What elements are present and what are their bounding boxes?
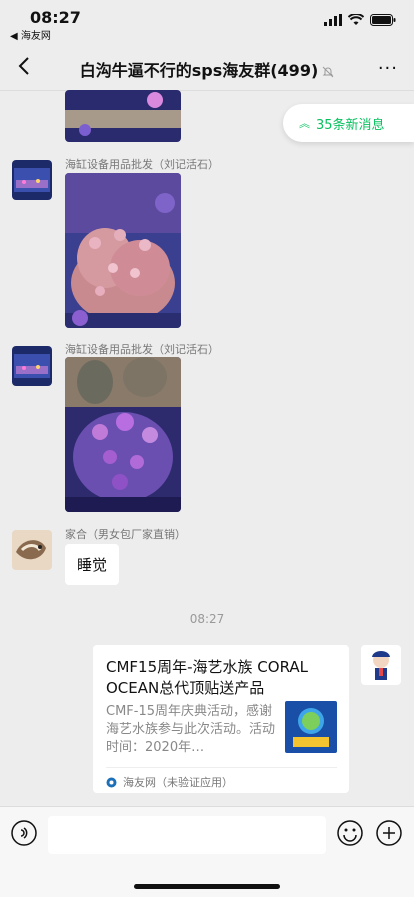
- new-messages-button[interactable]: ︽ 35条新消息: [283, 104, 414, 142]
- chat-header: 白沟牛逼不行的sps海友群(499) ···: [0, 44, 414, 91]
- sender-avatar[interactable]: [12, 346, 52, 386]
- card-thumbnail: [285, 701, 337, 753]
- chat-title-text: 白沟牛逼不行的sps海友群(499): [79, 61, 319, 80]
- coral-photo-message[interactable]: [65, 357, 181, 512]
- signal-icon: [324, 14, 342, 26]
- message-input[interactable]: [48, 816, 326, 854]
- emoji-icon[interactable]: [337, 820, 363, 846]
- card-source-label: 海友网（未验证应用）: [123, 776, 233, 789]
- mute-bell-icon: [322, 66, 334, 77]
- more-button[interactable]: ···: [378, 58, 398, 79]
- sender-name: 海缸设备用品批发（刘记活石）: [65, 158, 219, 171]
- double-chevron-up-icon: ︽: [299, 117, 310, 130]
- new-messages-label: 35条新消息: [316, 117, 385, 133]
- back-to-app-link[interactable]: ◀ 海友网: [10, 27, 51, 42]
- chat-title: 白沟牛逼不行的sps海友群(499): [0, 57, 414, 81]
- sender-name: 海缸设备用品批发（刘记活石）: [65, 343, 219, 356]
- battery-icon: [370, 14, 396, 26]
- clock: 08:27: [30, 8, 81, 27]
- status-bar: 08:27 ◀ 海友网: [0, 0, 414, 44]
- card-divider: [106, 767, 337, 768]
- sender-name: 家合（男女包厂家直销）: [65, 528, 186, 541]
- wifi-icon: [348, 14, 364, 25]
- app-logo-icon: [106, 777, 117, 787]
- card-description: CMF-15周年庆典活动，感谢海艺水族参与此次活动。活动时间：2020年…: [106, 704, 276, 755]
- card-title: CMF15周年-海艺水族 CORAL OCEAN总代顶贴送产品: [106, 658, 309, 697]
- card-source: 海友网（未验证应用）: [106, 774, 233, 790]
- status-icons: [324, 14, 396, 26]
- text-message-bubble[interactable]: 睡觉: [65, 544, 120, 585]
- my-avatar[interactable]: [361, 645, 401, 685]
- image-message-partial[interactable]: [65, 90, 181, 142]
- sender-avatar[interactable]: [12, 160, 52, 200]
- link-card-message[interactable]: CMF15周年-海艺水族 CORAL OCEAN总代顶贴送产品 CMF-15周年…: [93, 645, 349, 793]
- home-indicator[interactable]: [134, 884, 280, 889]
- voice-input-icon[interactable]: [11, 820, 37, 846]
- plus-icon[interactable]: [376, 820, 402, 846]
- message-timestamp: 08:27: [189, 612, 225, 626]
- coral-photo-message[interactable]: [65, 173, 181, 328]
- sender-avatar[interactable]: [12, 530, 52, 570]
